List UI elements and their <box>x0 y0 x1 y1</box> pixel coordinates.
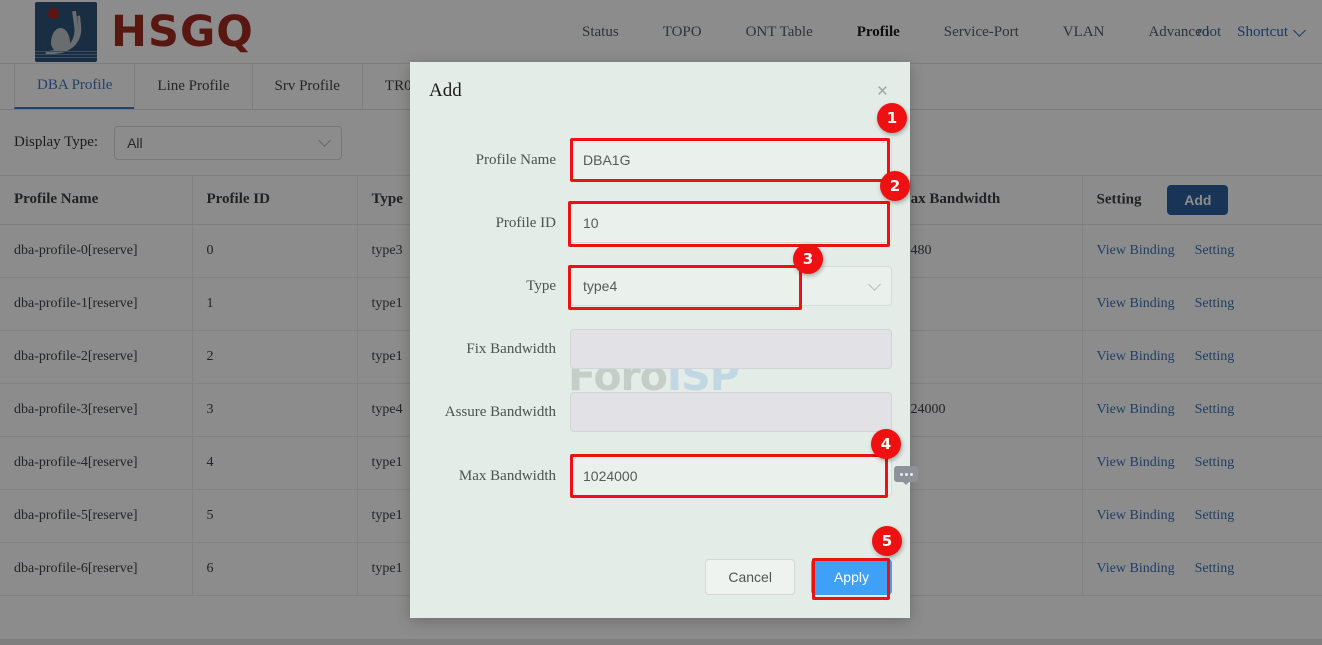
label-max-bandwidth: Max Bandwidth <box>458 467 556 484</box>
dialog-buttons: Cancel Apply <box>705 559 892 595</box>
field-row-max-bandwidth: Max Bandwidth 1024000 <box>410 455 910 497</box>
add-profile-dialog: Add × ForoISP Profile Name DBA1G Profile… <box>410 62 910 618</box>
label-assure-bandwidth: Assure Bandwidth <box>444 403 556 420</box>
apply-button[interactable]: Apply <box>810 559 892 595</box>
field-row-assure-bandwidth: Assure Bandwidth <box>410 391 910 433</box>
field-row-profile-name: Profile Name DBA1G <box>410 139 910 181</box>
field-row-type: Type type4 <box>410 265 910 307</box>
step-badge-5: 5 <box>872 526 902 556</box>
step-badge-2: 2 <box>880 171 910 201</box>
label-type: Type <box>526 277 556 294</box>
dialog-title: Add <box>429 80 462 101</box>
input-fix-bandwidth <box>570 329 892 369</box>
input-profile-name[interactable]: DBA1G <box>570 140 892 180</box>
field-row-fix-bandwidth: Fix Bandwidth <box>410 328 910 370</box>
step-badge-3: 3 <box>793 244 823 274</box>
select-type[interactable]: type4 <box>570 266 892 306</box>
select-type-value: type4 <box>583 278 618 294</box>
input-max-bandwidth[interactable]: 1024000 <box>570 456 892 496</box>
field-row-profile-id: Profile ID 10 <box>410 202 910 244</box>
label-profile-id: Profile ID <box>495 214 556 231</box>
screenshot-root: HSGQ Status TOPO ONT Table Profile Servi… <box>0 0 1322 645</box>
input-assure-bandwidth <box>570 392 892 432</box>
input-profile-id[interactable]: 10 <box>570 203 892 243</box>
ellipsis-tooltip-icon <box>894 466 918 485</box>
label-profile-name: Profile Name <box>475 151 556 168</box>
label-fix-bandwidth: Fix Bandwidth <box>466 340 556 357</box>
step-badge-4: 4 <box>871 429 901 459</box>
step-badge-1: 1 <box>877 103 907 133</box>
cancel-button[interactable]: Cancel <box>705 559 795 595</box>
close-icon[interactable]: × <box>877 82 888 101</box>
chevron-down-icon <box>868 277 881 291</box>
